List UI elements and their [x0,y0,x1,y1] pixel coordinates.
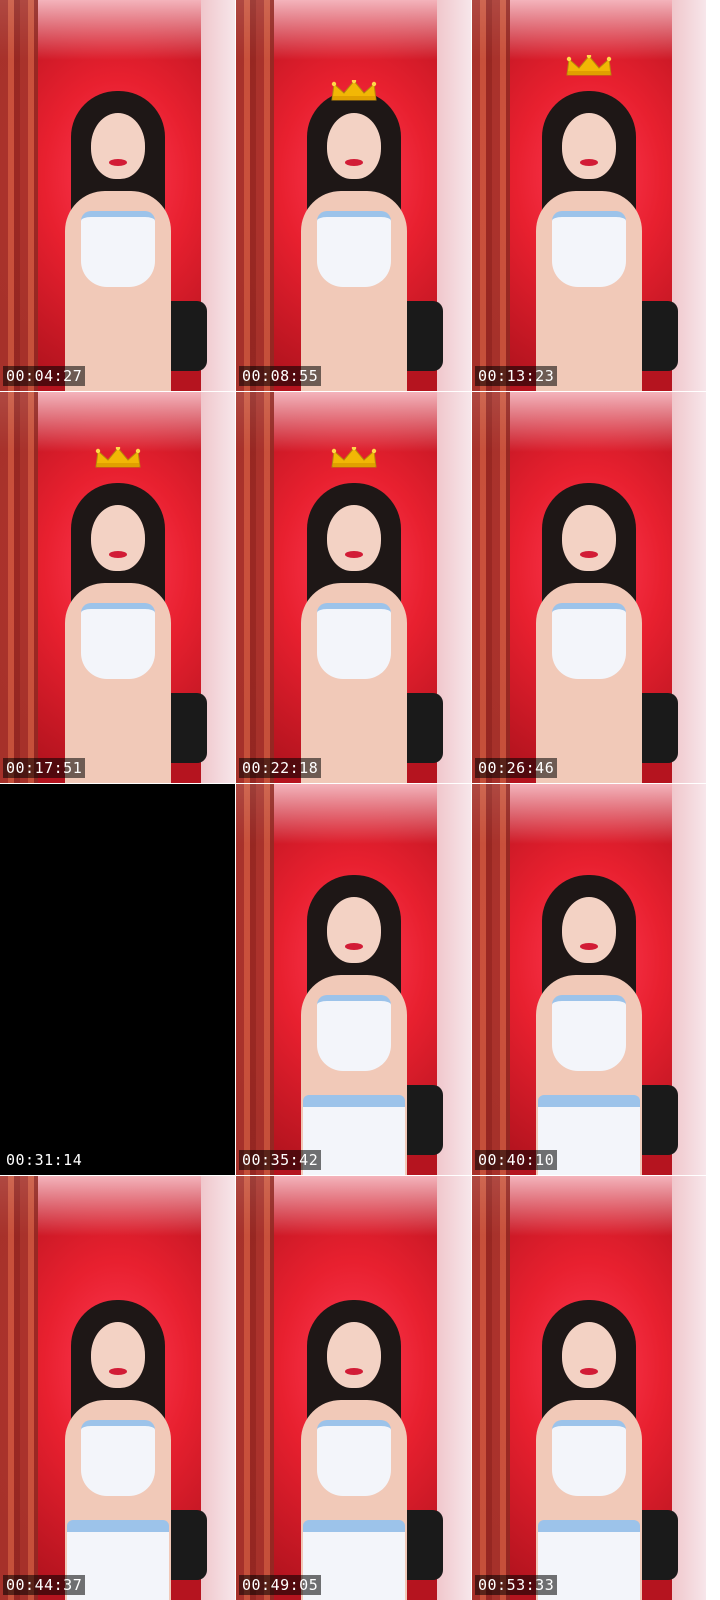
lips [344,943,363,950]
timestamp-label: 00:53:33 [475,1575,558,1595]
top [316,211,391,287]
video-thumbnail[interactable]: 00:04:27 [0,0,235,391]
face [326,113,381,179]
lips [580,159,598,166]
video-thumbnail[interactable]: 00:49:05 [236,1176,471,1600]
person [279,845,429,1175]
top [316,1420,391,1496]
face [90,113,145,179]
lips [344,159,363,166]
crown-icon [566,55,612,76]
video-thumbnail[interactable]: 00:17:51 [0,392,235,783]
top [552,211,626,287]
video-thumbnail[interactable]: 00:22:18 [236,392,471,783]
frame-image [472,0,706,391]
video-thumbnail[interactable]: 00:44:37 [0,1176,235,1600]
person [43,61,193,391]
face [326,505,381,571]
top [316,603,391,679]
person [514,453,664,783]
video-thumbnail[interactable]: 00:13:23 [472,0,706,391]
timestamp-label: 00:44:37 [3,1575,86,1595]
lips [344,551,363,558]
timestamp-label: 00:31:14 [3,1150,86,1170]
frame-image [0,392,235,783]
face [562,505,616,571]
frame-image [236,1176,471,1600]
timestamp-label: 00:35:42 [239,1150,322,1170]
video-thumbnail[interactable]: 00:53:33 [472,1176,706,1600]
frame-image [236,784,471,1175]
person [43,1270,193,1600]
thumbnail-grid: 00:04:27 00:08:55 00:13:23 00:17:51 00:22:18… [0,0,720,1600]
curtain [0,0,38,391]
timestamp-label: 00:17:51 [3,758,86,778]
frame-image [236,392,471,783]
timestamp-label: 00:13:23 [475,366,558,386]
frame-image [472,392,706,783]
face [562,113,616,179]
timestamp-label: 00:40:10 [475,1150,558,1170]
video-thumbnail[interactable]: 00:08:55 [236,0,471,391]
face [90,1322,145,1388]
face [326,897,381,963]
frame-image [472,784,706,1175]
timestamp-label: 00:04:27 [3,366,86,386]
frame-image [0,0,235,391]
person [43,453,193,783]
person [514,1270,664,1600]
lips [108,551,127,558]
lips [108,159,127,166]
video-thumbnail[interactable]: 00:35:42 [236,784,471,1175]
top [80,1420,155,1496]
curtain [472,0,510,391]
frame-image [236,0,471,391]
curtain [0,1176,38,1600]
face [326,1322,381,1388]
lips [580,943,598,950]
curtain [236,392,274,783]
lips [580,551,598,558]
top [80,603,155,679]
person [514,61,664,391]
person [279,1270,429,1600]
timestamp-label: 00:08:55 [239,366,322,386]
top [316,995,391,1071]
person [279,61,429,391]
timestamp-label: 00:22:18 [239,758,322,778]
curtain [472,784,510,1175]
lips [580,1368,598,1375]
face [562,1322,616,1388]
curtain [472,1176,510,1600]
crown-icon [330,80,377,101]
top [80,211,155,287]
face [90,505,145,571]
frame-image [0,1176,235,1600]
video-thumbnail[interactable]: 00:26:46 [472,392,706,783]
person [514,845,664,1175]
top [552,1420,626,1496]
face [562,897,616,963]
crown-icon [94,447,141,468]
top [552,995,626,1071]
timestamp-label: 00:49:05 [239,1575,322,1595]
curtain [236,0,274,391]
timestamp-label: 00:26:46 [475,758,558,778]
curtain [472,392,510,783]
lips [344,1368,363,1375]
lips [108,1368,127,1375]
curtain [0,392,38,783]
video-thumbnail[interactable]: 00:31:14 [0,784,235,1175]
crown-icon [330,447,377,468]
curtain [236,784,274,1175]
video-thumbnail[interactable]: 00:40:10 [472,784,706,1175]
blank-frame [0,784,235,1175]
person [279,453,429,783]
top [552,603,626,679]
frame-image [472,1176,706,1600]
curtain [236,1176,274,1600]
